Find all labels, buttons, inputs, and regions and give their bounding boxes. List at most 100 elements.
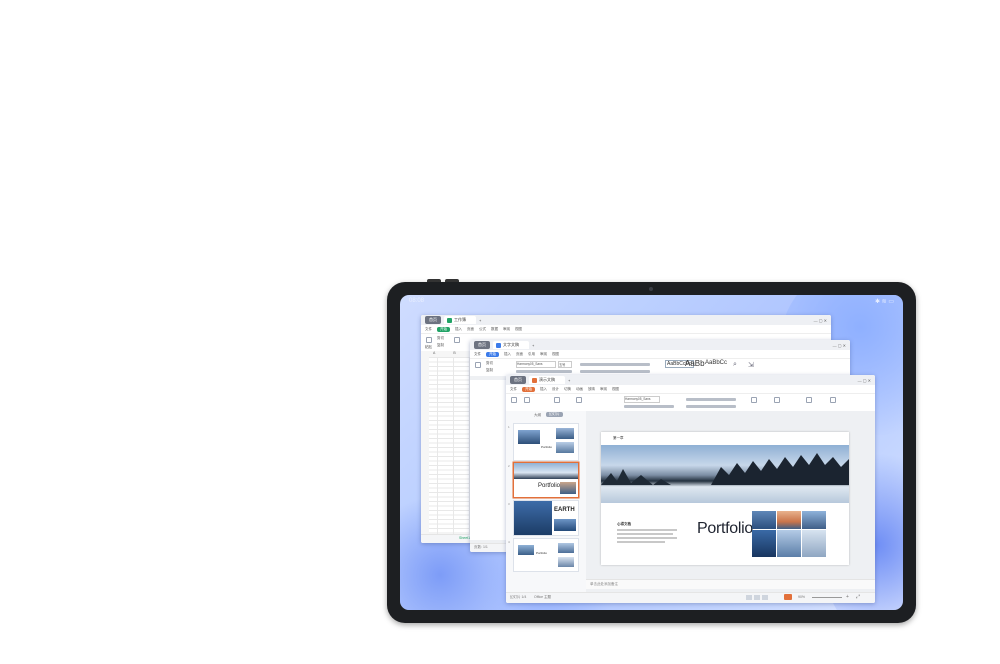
- slide-thumbnail[interactable]: EARTH: [514, 501, 578, 535]
- format-toolbar[interactable]: [624, 405, 674, 408]
- slide-sub-heading[interactable]: 心得文档: [617, 522, 631, 527]
- menu-item-view[interactable]: 视图: [552, 352, 559, 357]
- normal-view-icon[interactable]: [746, 595, 752, 600]
- reading-view-icon[interactable]: [762, 595, 768, 600]
- menu-item-reference[interactable]: 引用: [528, 352, 535, 357]
- menu-item-data[interactable]: 数据: [491, 327, 498, 332]
- arrange-icon[interactable]: [830, 397, 836, 403]
- shape-icon[interactable]: [774, 397, 780, 403]
- find-icon[interactable]: ⌕: [733, 361, 737, 369]
- tab-spreadsheet[interactable]: 工作簿: [444, 316, 476, 324]
- copy-label[interactable]: 复制: [486, 368, 493, 373]
- window-controls[interactable]: — ▢ ✕: [858, 378, 871, 383]
- slide-heading[interactable]: 第一章: [613, 436, 624, 441]
- collage-photo[interactable]: [752, 511, 776, 529]
- tablet-screen: 08:08 ✱ ≋ ▭ 首页 工作簿 + — ▢ ✕ 文件 开始 插入 页面 公…: [400, 295, 903, 610]
- menu-item-slideshow[interactable]: 放映: [588, 387, 595, 392]
- slide-thumbnail[interactable]: Portfolio: [514, 539, 578, 571]
- thumb-photo: [556, 428, 574, 439]
- slide-title[interactable]: Portfolio: [697, 520, 753, 538]
- menu-item-view[interactable]: 视图: [612, 387, 619, 392]
- menu-item-review[interactable]: 审阅: [600, 387, 607, 392]
- align-toolbar[interactable]: [580, 370, 650, 373]
- collage-photo[interactable]: [752, 530, 776, 557]
- thumb-title: Portfolio: [538, 483, 561, 489]
- menu-item-design[interactable]: 设计: [552, 387, 559, 392]
- paste-icon[interactable]: [426, 337, 432, 343]
- format-painter-icon[interactable]: [454, 337, 460, 343]
- cut-label[interactable]: 剪切: [486, 361, 493, 366]
- window-controls[interactable]: — ▢ ✕: [833, 343, 846, 348]
- slide-panel: 大纲 幻灯片 1 Portfolio 2 Portfolio 3 EARTH 4…: [506, 411, 587, 593]
- menu-item-review[interactable]: 审阅: [503, 327, 510, 332]
- add-tab-icon[interactable]: +: [532, 343, 534, 348]
- slide-thumbnail[interactable]: Portfolio: [514, 424, 578, 460]
- style-heading-2[interactable]: AaBbCc: [705, 360, 727, 366]
- menu-item-insert[interactable]: 插入: [504, 352, 511, 357]
- menu-item-file[interactable]: 文件: [474, 352, 481, 357]
- cut-label[interactable]: 剪切: [437, 336, 444, 341]
- font-name-select[interactable]: Harmony05_Sans: [516, 361, 556, 368]
- menu-item-review[interactable]: 审阅: [540, 352, 547, 357]
- menu-item-home[interactable]: 开始: [437, 326, 450, 332]
- menu-item-insert[interactable]: 插入: [540, 387, 547, 392]
- menu-item-animation[interactable]: 动画: [576, 387, 583, 392]
- tab-writer-label: 文字文稿: [503, 342, 519, 347]
- menu-item-transition[interactable]: 切换: [564, 387, 571, 392]
- collage-photo[interactable]: [802, 530, 826, 557]
- menu-item-insert[interactable]: 插入: [455, 327, 462, 332]
- collage-photo[interactable]: [802, 511, 826, 529]
- window-controls[interactable]: — ▢ ✕: [814, 318, 827, 323]
- sorter-view-icon[interactable]: [754, 595, 760, 600]
- paragraph-toolbar[interactable]: [686, 398, 736, 401]
- format-toolbar[interactable]: [516, 370, 572, 373]
- menu-item-home[interactable]: 开始: [486, 351, 499, 357]
- menu-item-file[interactable]: 文件: [510, 387, 517, 392]
- paste-icon[interactable]: [475, 362, 481, 368]
- paragraph-toolbar[interactable]: [580, 363, 650, 366]
- paste-icon[interactable]: [511, 397, 517, 403]
- presentation-window[interactable]: 首页 演示文稿 + — ▢ ✕ 文件 开始 插入 设计 切换 动画 放映 审阅 …: [506, 375, 875, 603]
- align-toolbar[interactable]: [686, 405, 736, 408]
- new-slide-icon[interactable]: [524, 397, 530, 403]
- current-slide[interactable]: 第一章 心得文档 Portfolio: [601, 432, 849, 565]
- tab-presentation[interactable]: 演示文稿: [529, 376, 565, 384]
- paste-label: 粘贴: [425, 345, 432, 349]
- notes-pane[interactable]: 单击此处添加备注: [586, 579, 875, 589]
- font-name-select[interactable]: Harmony05_Sans: [624, 396, 660, 403]
- tab-home[interactable]: 首页: [474, 341, 490, 349]
- page-count: 页数: 1/1: [474, 545, 488, 549]
- fit-window-icon[interactable]: ⤢: [856, 594, 860, 600]
- menu-item-home[interactable]: 开始: [522, 386, 535, 392]
- menu-item-page[interactable]: 页面: [467, 327, 474, 332]
- menu-item-view[interactable]: 视图: [515, 327, 522, 332]
- add-tab-icon[interactable]: +: [479, 318, 481, 323]
- section-icon[interactable]: [576, 397, 582, 403]
- menu-item-file[interactable]: 文件: [425, 327, 432, 332]
- zoom-slider[interactable]: [812, 597, 842, 598]
- find-icon[interactable]: [806, 397, 812, 403]
- collage-photo[interactable]: [777, 530, 801, 557]
- add-tab-icon[interactable]: +: [568, 378, 570, 383]
- panel-tab-outline[interactable]: 大纲: [534, 413, 541, 418]
- textbox-icon[interactable]: [751, 397, 757, 403]
- writer-tabbar: 首页 文字文稿 +: [470, 340, 850, 350]
- document-page[interactable]: [470, 380, 506, 540]
- copy-label[interactable]: 复制: [437, 343, 444, 348]
- slide-thumbnail-selected[interactable]: Portfolio: [514, 463, 578, 497]
- menu-item-formula[interactable]: 公式: [479, 327, 486, 332]
- play-slideshow-icon[interactable]: [784, 594, 792, 600]
- style-heading-1[interactable]: AaBb: [685, 359, 705, 368]
- menu-item-page[interactable]: 页面: [516, 352, 523, 357]
- zoom-in-icon[interactable]: +: [846, 594, 849, 600]
- layout-icon[interactable]: [554, 397, 560, 403]
- tab-writer[interactable]: 文字文稿: [493, 341, 529, 349]
- panel-tab-slides[interactable]: 幻灯片: [546, 412, 563, 417]
- collage-photo[interactable]: [777, 511, 801, 529]
- font-size-select[interactable]: 五号: [558, 361, 572, 368]
- tab-home[interactable]: 首页: [510, 376, 526, 384]
- hero-landscape-photo[interactable]: [601, 445, 849, 503]
- select-icon[interactable]: ⇲: [748, 361, 754, 369]
- sheet-tab[interactable]: Sheet1: [459, 536, 470, 540]
- tab-home[interactable]: 首页: [425, 316, 441, 324]
